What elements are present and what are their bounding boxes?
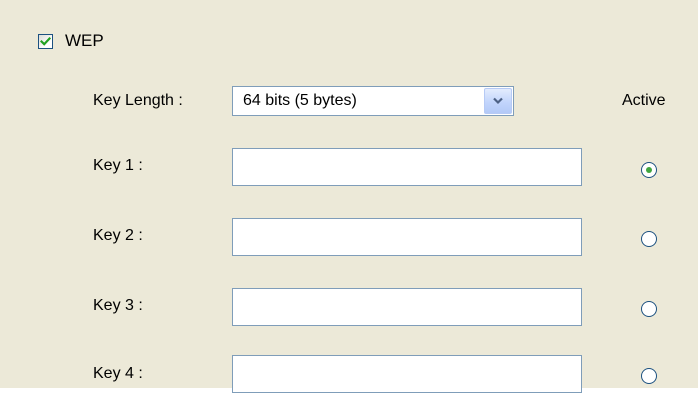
active-column-label: Active	[622, 92, 666, 109]
key-2-active-radio[interactable]	[640, 230, 658, 248]
key-length-selected-value: 64 bits (5 bytes)	[243, 92, 357, 109]
key-length-label: Key Length :	[93, 92, 183, 109]
radio-selected-dot	[646, 167, 652, 173]
key-1-input[interactable]	[232, 148, 582, 186]
wep-settings-panel: WEP Key Length : 64 bits (5 bytes) Activ…	[0, 0, 698, 393]
key-1-label: Key 1 :	[93, 157, 143, 174]
key-4-active-radio[interactable]	[640, 367, 658, 385]
key-2-input[interactable]	[232, 218, 582, 256]
checkmark-icon	[40, 36, 51, 46]
chevron-down-icon	[493, 97, 503, 105]
key-3-active-radio[interactable]	[640, 300, 658, 318]
key-4-label: Key 4 :	[93, 365, 143, 382]
wep-checkbox[interactable]	[38, 33, 53, 49]
key-4-input[interactable]	[232, 355, 582, 393]
key-length-dropdown-button[interactable]	[484, 88, 512, 114]
key-2-label: Key 2 :	[93, 227, 143, 244]
wep-label: WEP	[65, 31, 104, 50]
key-3-input[interactable]	[232, 288, 582, 326]
key-1-active-radio[interactable]	[640, 161, 658, 179]
key-length-select[interactable]: 64 bits (5 bytes)	[232, 86, 514, 116]
wep-checkbox-row[interactable]: WEP	[38, 30, 104, 52]
key-3-label: Key 3 :	[93, 297, 143, 314]
